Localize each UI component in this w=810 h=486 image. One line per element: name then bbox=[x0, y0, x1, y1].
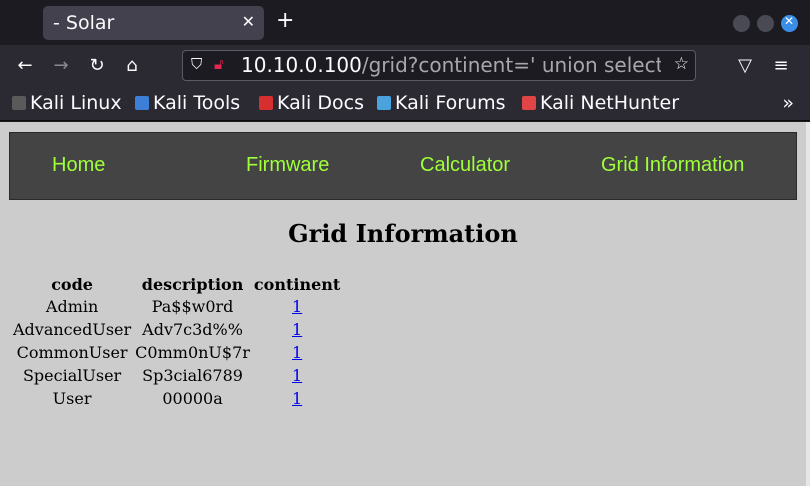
url-text[interactable]: 10.10.0.100/grid?continent=' union selec… bbox=[241, 53, 661, 77]
kali-tools-icon bbox=[135, 96, 149, 110]
cell-code: User bbox=[52, 389, 92, 408]
window-close-icon[interactable] bbox=[781, 14, 798, 32]
reload-icon[interactable]: ↻ bbox=[85, 54, 109, 78]
bookmark-kali-forums[interactable]: Kali Forums bbox=[377, 92, 506, 114]
cell-code: AdvancedUser bbox=[13, 320, 132, 339]
bookmark-label: Kali Linux bbox=[30, 92, 122, 114]
table-row: SpecialUser Sp3cial6789 1 bbox=[12, 365, 341, 386]
tracking-shield-icon[interactable]: ⛉ bbox=[191, 55, 202, 73]
table-header-row: code description continent bbox=[12, 274, 341, 294]
bookmark-label: Kali Forums bbox=[395, 92, 506, 114]
bookmark-label: Kali Docs bbox=[277, 92, 364, 114]
grid-table: code description continent Admin Pa$$w0r… bbox=[10, 272, 343, 411]
page-title: Grid Information bbox=[288, 219, 518, 248]
cell-code: CommonUser bbox=[16, 343, 128, 362]
nav-home-link[interactable]: Home bbox=[52, 154, 105, 177]
bookmark-label: Kali Tools bbox=[153, 92, 241, 114]
continent-link[interactable]: 1 bbox=[292, 343, 302, 362]
site-nav: Home Firmware Calculator Grid Informatio… bbox=[9, 132, 797, 200]
table-row: CommonUser C0mm0nU$7r 1 bbox=[12, 342, 341, 363]
column-header-description: description bbox=[141, 274, 244, 294]
kali-nethunter-icon bbox=[522, 96, 536, 110]
cell-continent: 1 bbox=[253, 296, 341, 317]
browser-tab[interactable]: - Solar ✕ bbox=[43, 6, 264, 40]
bookmarks-toolbar: Kali Linux Kali Tools Kali Docs Kali For… bbox=[0, 88, 810, 121]
url-bar[interactable]: ⛉ 🔓︎ 10.10.0.100/grid?continent=' union … bbox=[182, 50, 696, 81]
chevron-more-icon[interactable]: » bbox=[782, 92, 794, 114]
maximize-icon[interactable] bbox=[757, 15, 774, 32]
bookmark-kali-linux[interactable]: Kali Linux bbox=[12, 92, 122, 114]
close-icon[interactable]: ✕ bbox=[242, 12, 255, 31]
nav-firmware-link[interactable]: Firmware bbox=[246, 154, 329, 177]
table-row: Admin Pa$$w0rd 1 bbox=[12, 296, 341, 317]
kali-dragon-icon bbox=[12, 96, 26, 110]
url-host: 10.10.0.100 bbox=[241, 53, 362, 77]
column-header-continent: continent bbox=[253, 274, 341, 294]
menu-icon[interactable]: ≡ bbox=[769, 54, 793, 78]
cell-continent: 1 bbox=[253, 365, 341, 386]
cell-continent: 1 bbox=[253, 388, 341, 409]
cell-code: SpecialUser bbox=[22, 366, 122, 385]
forward-icon[interactable]: → bbox=[49, 54, 73, 78]
bookmark-kali-nethunter[interactable]: Kali NetHunter bbox=[522, 92, 679, 114]
vertical-scrollbar[interactable] bbox=[806, 122, 810, 486]
cell-description: Adv7c3d%% bbox=[142, 320, 243, 339]
bookmark-star-icon[interactable]: ☆ bbox=[674, 54, 689, 74]
cell-description: C0mm0nU$7r bbox=[135, 343, 250, 362]
home-icon[interactable]: ⌂ bbox=[120, 54, 144, 78]
cell-code: Admin bbox=[45, 297, 99, 316]
continent-link[interactable]: 1 bbox=[292, 320, 302, 339]
insecure-lock-icon[interactable]: 🔓︎ bbox=[214, 55, 224, 73]
tab-strip: - Solar ✕ + bbox=[0, 0, 810, 45]
cell-description: Sp3cial6789 bbox=[142, 366, 243, 385]
bookmark-label: Kali NetHunter bbox=[540, 92, 680, 114]
page-content: Home Firmware Calculator Grid Informatio… bbox=[0, 122, 806, 486]
cell-continent: 1 bbox=[253, 319, 341, 340]
bookmark-kali-docs[interactable]: Kali Docs bbox=[259, 92, 364, 114]
navigation-toolbar: ← → ↻ ⌂ ⛉ 🔓︎ 10.10.0.100/grid?continent=… bbox=[0, 45, 810, 88]
continent-link[interactable]: 1 bbox=[292, 297, 302, 316]
kali-docs-icon bbox=[259, 96, 273, 110]
table-row: User 00000a 1 bbox=[12, 388, 341, 409]
cell-continent: 1 bbox=[253, 342, 341, 363]
pocket-icon[interactable]: ▽ bbox=[733, 54, 757, 78]
url-path: /grid?continent=' union select u bbox=[361, 53, 661, 77]
continent-link[interactable]: 1 bbox=[292, 366, 302, 385]
cell-description: Pa$$w0rd bbox=[151, 297, 234, 316]
new-tab-icon[interactable]: + bbox=[276, 10, 294, 32]
minimize-icon[interactable] bbox=[733, 15, 750, 32]
nav-calculator-link[interactable]: Calculator bbox=[420, 154, 510, 177]
cell-description: 00000a bbox=[162, 389, 223, 408]
continent-link[interactable]: 1 bbox=[292, 389, 302, 408]
back-icon[interactable]: ← bbox=[13, 54, 37, 78]
table-row: AdvancedUser Adv7c3d%% 1 bbox=[12, 319, 341, 340]
tab-title: - Solar bbox=[53, 12, 115, 34]
bookmark-kali-tools[interactable]: Kali Tools bbox=[135, 92, 240, 114]
column-header-code: code bbox=[51, 274, 93, 294]
nav-grid-information-link[interactable]: Grid Information bbox=[601, 154, 744, 177]
kali-forums-icon bbox=[377, 96, 391, 110]
